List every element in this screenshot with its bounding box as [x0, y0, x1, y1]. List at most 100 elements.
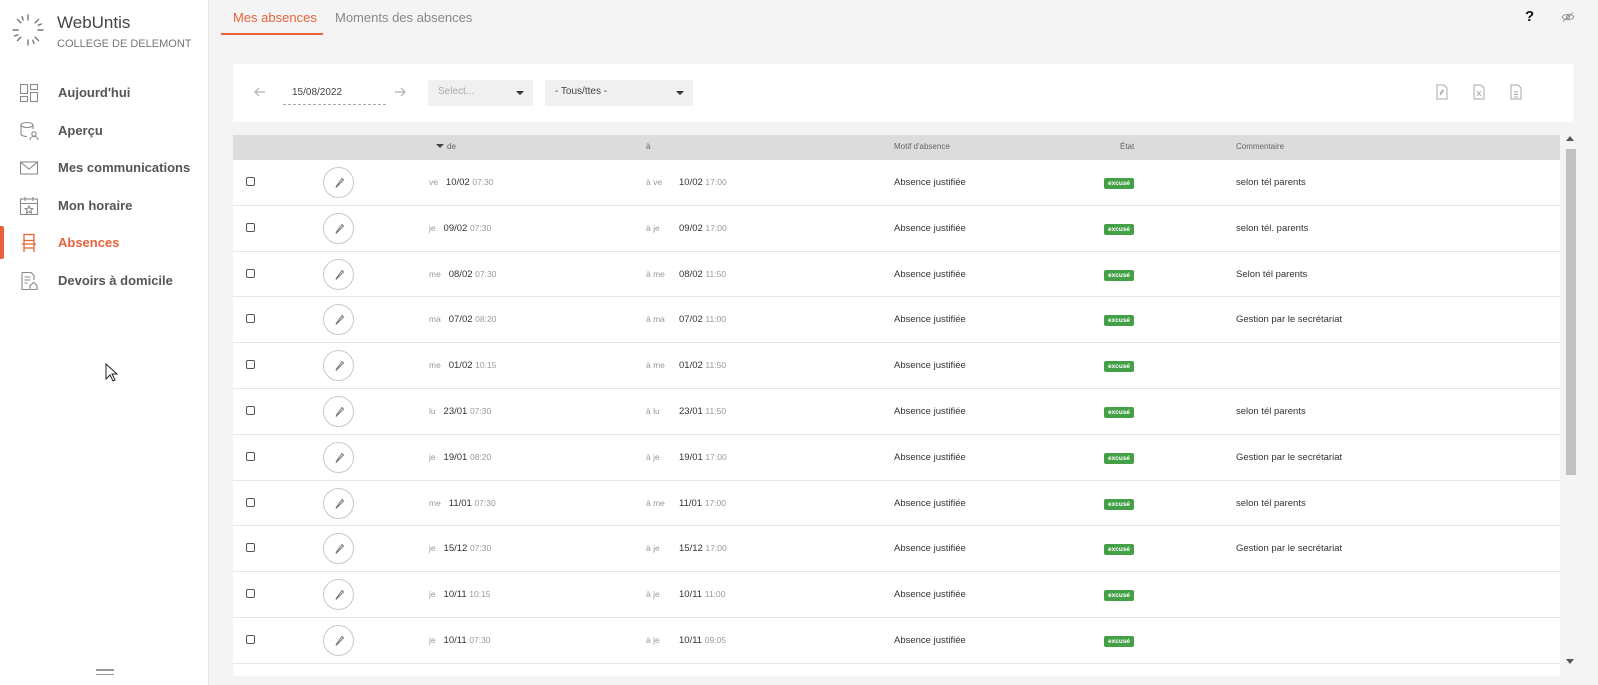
- from-date: 10/02: [445, 177, 470, 188]
- row-checkbox[interactable]: [246, 360, 255, 370]
- to-date: 10/11: [679, 589, 703, 601]
- row-checkbox[interactable]: [246, 497, 255, 507]
- reason-cell: Absence justifiée: [894, 177, 966, 188]
- table-row[interactable]: je 10/11 07:30 à je 10/11 09:05 Absence jus…: [233, 618, 1560, 664]
- column-from[interactable]: de: [436, 142, 456, 151]
- sidebar-item-messages[interactable]: Mes communications: [0, 149, 208, 187]
- help-button[interactable]: ?: [1525, 8, 1534, 25]
- scroll-up-icon[interactable]: [1566, 136, 1574, 141]
- scroll-down-icon[interactable]: [1566, 659, 1574, 664]
- to-date: 15/12: [679, 543, 703, 555]
- sidebar-item-absences[interactable]: Absences: [0, 224, 208, 262]
- row-checkbox[interactable]: [246, 451, 255, 461]
- pencil-icon: [335, 452, 345, 463]
- table-row[interactable]: je 09/02 07:30 à je 09/02 17:00 Absence jus…: [233, 206, 1560, 252]
- tab-my-absences[interactable]: Mes absences: [233, 10, 317, 25]
- tab-absence-moments[interactable]: Moments des absences: [335, 10, 472, 25]
- excel-export-icon[interactable]: [1472, 84, 1486, 100]
- table-row[interactable]: ve 10/02 07:30 à ve 10/02 17:00 Absence jus…: [233, 160, 1560, 206]
- row-checkbox[interactable]: [246, 543, 255, 553]
- table-row[interactable]: lu 23/01 07:30 à lu 23/01 11:50 Absence jus…: [233, 389, 1560, 435]
- eye-slash-icon[interactable]: [1561, 12, 1575, 22]
- to-date: 11/01: [679, 497, 703, 509]
- to-time: 11:00: [705, 314, 727, 325]
- row-checkbox[interactable]: [246, 405, 255, 415]
- comment-cell: Gestion par le secrétariat: [1236, 314, 1343, 326]
- edit-button[interactable]: [323, 212, 354, 244]
- from-day: je: [429, 543, 436, 554]
- to-time: 17:00: [704, 497, 726, 508]
- sidebar-item-overview[interactable]: Aperçu: [0, 112, 208, 150]
- table-row[interactable]: je 10/11 10:15 à je 10/11 11:00 Absence jus…: [233, 572, 1560, 618]
- webuntis-logo-icon: [12, 14, 44, 46]
- row-checkbox[interactable]: [246, 222, 255, 232]
- row-checkbox[interactable]: [246, 634, 255, 644]
- row-checkbox[interactable]: [246, 177, 255, 186]
- csv-export-icon[interactable]: [1509, 84, 1523, 100]
- column-comment[interactable]: Commentaire: [1236, 142, 1284, 151]
- from-cell: je 10/11 10:15: [429, 589, 491, 600]
- sidebar-item-label: Devoirs à domicile: [58, 272, 173, 288]
- pdf-export-icon[interactable]: [1435, 84, 1449, 100]
- to-cell: 08/02 11:50: [679, 269, 726, 280]
- from-cell: lu 23/01 07:30: [429, 406, 491, 417]
- column-state[interactable]: État: [1120, 142, 1134, 151]
- row-checkbox[interactable]: [246, 314, 255, 324]
- from-date: 10/11: [443, 589, 467, 601]
- class-select[interactable]: Select...: [428, 80, 533, 106]
- comment-cell: selon tél. parents: [1236, 222, 1309, 234]
- row-checkbox[interactable]: [246, 268, 255, 278]
- arrow-left-icon[interactable]: [253, 85, 267, 99]
- arrow-right-icon[interactable]: [393, 85, 407, 99]
- dashboard-icon: [19, 83, 39, 103]
- column-reason[interactable]: Motif d'absence: [894, 142, 950, 151]
- from-cell: me 11/01 07:30: [429, 498, 496, 509]
- status-select-value: - Tous/ttes -: [555, 86, 608, 97]
- sidebar-item-homework[interactable]: Devoirs à domicile: [0, 262, 208, 300]
- edit-button[interactable]: [323, 304, 354, 336]
- from-cell: ve 10/02 07:30: [429, 177, 494, 188]
- from-time: 10:15: [475, 360, 497, 371]
- from-day: me: [429, 497, 441, 508]
- edit-button[interactable]: [323, 533, 354, 565]
- table-body: ve 10/02 07:30 à ve 10/02 17:00 Absence jus…: [233, 160, 1560, 664]
- comment-cell: selon tél parents: [1236, 497, 1306, 509]
- collapse-menu-icon[interactable]: [96, 669, 114, 679]
- table-row[interactable]: me 01/02 10:15 à me 01/02 11:50 Absence jus…: [233, 343, 1560, 389]
- edit-button[interactable]: [323, 258, 354, 290]
- to-time: 11:50: [705, 405, 727, 416]
- from-day: me: [429, 360, 441, 371]
- pencil-icon: [335, 635, 345, 646]
- edit-button[interactable]: [323, 487, 354, 519]
- status-badge: excusé: [1104, 361, 1135, 373]
- scrollbar-thumb[interactable]: [1566, 149, 1576, 475]
- status-badge: excusé: [1104, 590, 1135, 602]
- table-row[interactable]: je 19/01 08:20 à je 19/01 17:00 Absence jus…: [233, 435, 1560, 481]
- brand[interactable]: WebUntis COLLEGE DE DELEMONT: [10, 10, 200, 54]
- sidebar-item-today[interactable]: Aujourd'hui: [0, 74, 208, 112]
- to-prefix: à ma: [646, 314, 665, 325]
- edit-button[interactable]: [323, 167, 354, 198]
- date-input[interactable]: [283, 81, 386, 105]
- to-time: 11:50: [705, 268, 727, 279]
- column-to[interactable]: à: [646, 142, 650, 151]
- status-badge: excusé: [1104, 544, 1135, 556]
- sidebar-item-timetable[interactable]: Mon horaire: [0, 187, 208, 225]
- pencil-icon: [335, 315, 345, 326]
- sidebar-item-label: Mes communications: [58, 160, 191, 176]
- edit-button[interactable]: [323, 350, 354, 382]
- edit-button[interactable]: [323, 395, 354, 427]
- edit-button[interactable]: [323, 624, 354, 656]
- row-checkbox[interactable]: [246, 589, 255, 599]
- edit-button[interactable]: [323, 441, 354, 473]
- table-row[interactable]: je 15/12 07:30 à je 15/12 17:00 Absence jus…: [233, 526, 1560, 573]
- status-select[interactable]: - Tous/ttes -: [545, 80, 693, 106]
- vertical-scrollbar[interactable]: [1564, 135, 1576, 676]
- sidebar-item-label: Aujourd'hui: [58, 85, 131, 101]
- to-time: 17:00: [705, 451, 727, 462]
- table-row[interactable]: me 08/02 07:30 à me 08/02 11:50 Absence jus…: [233, 252, 1560, 298]
- pencil-icon: [335, 269, 345, 280]
- table-row[interactable]: me 11/01 07:30 à me 11/01 17:00 Absence jus…: [233, 481, 1560, 527]
- table-row[interactable]: ma 07/02 08:20 à ma 07/02 11:00 Absence jus…: [233, 297, 1560, 344]
- edit-button[interactable]: [323, 579, 354, 611]
